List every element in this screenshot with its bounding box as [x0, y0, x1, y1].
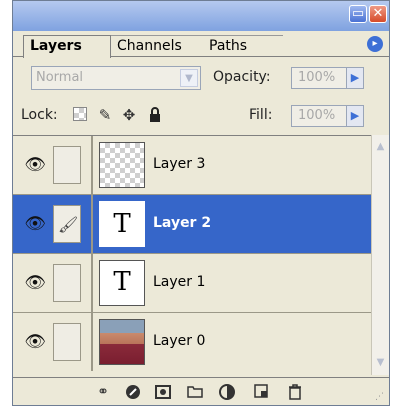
panel-menu-icon: ▸	[372, 38, 378, 49]
move-icon[interactable]: ✥	[121, 107, 137, 123]
minimize-icon: ▭	[351, 6, 365, 21]
eye-icon[interactable]: 👁	[23, 213, 47, 235]
layer-link-cell[interactable]	[53, 264, 81, 302]
close-button[interactable]: ✕	[369, 5, 387, 23]
layer-row[interactable]: 👁 T Layer 1	[13, 254, 371, 313]
new-group-icon[interactable]	[185, 384, 205, 400]
close-icon: ✕	[372, 6, 384, 21]
lock-icon[interactable]	[147, 107, 163, 123]
layers-list: 👁 Layer 3 👁 🖌 T Layer 2 👁 T Layer 1 👁 La…	[13, 135, 371, 376]
blend-mode-value: Normal	[36, 70, 84, 85]
triangle-right-icon: ▶	[350, 71, 360, 84]
layer-thumbnail-text: T	[99, 201, 145, 247]
brush-icon: 🖌	[58, 215, 79, 234]
layer-thumbnail-text: T	[99, 260, 145, 306]
eye-icon[interactable]: 👁	[23, 154, 47, 176]
trash-icon[interactable]	[285, 384, 305, 400]
text-layer-icon: T	[113, 267, 131, 297]
layer-link-cell[interactable]	[53, 323, 81, 361]
layer-row[interactable]: 👁 Layer 0	[13, 313, 371, 372]
layer-link-cell[interactable]	[53, 146, 81, 184]
panel-bottom-toolbar: ⚭ ⋰	[13, 377, 389, 405]
resize-grip-icon[interactable]: ⋰	[375, 392, 385, 402]
fill-label: Fill:	[249, 107, 273, 123]
layer-style-icon[interactable]	[123, 384, 143, 400]
tab-channels[interactable]: Channels	[111, 35, 203, 57]
panel-tabs: Layers Channels Paths ▸	[13, 31, 389, 58]
opacity-slider-button[interactable]: ▶	[346, 67, 364, 89]
column-divider	[91, 136, 93, 194]
layer-row-selected[interactable]: 👁 🖌 T Layer 2	[13, 195, 371, 254]
eye-icon[interactable]: 👁	[23, 272, 47, 294]
link-layers-icon[interactable]: ⚭	[93, 384, 113, 400]
layers-scrollbar[interactable]: ▲ ▼	[371, 135, 389, 375]
triangle-right-icon: ▶	[350, 109, 360, 122]
lock-image-icon[interactable]: ✎	[97, 107, 113, 123]
chevron-down-icon[interactable]: ▼	[180, 69, 198, 87]
lock-label: Lock:	[21, 107, 58, 123]
minimize-button[interactable]: ▭	[349, 5, 367, 23]
column-divider	[91, 195, 93, 253]
column-divider	[91, 313, 93, 371]
opacity-field[interactable]: 100%	[291, 67, 347, 89]
layer-thumbnail-photo	[99, 319, 145, 365]
blend-opacity-row: Normal ▼ Opacity: 100% ▶	[13, 63, 389, 93]
adjustment-layer-icon[interactable]	[217, 384, 237, 400]
layer-thumbnail-transparent	[99, 142, 145, 188]
eye-icon[interactable]: 👁	[23, 331, 47, 353]
new-layer-icon[interactable]	[251, 384, 271, 400]
column-divider	[91, 254, 93, 312]
panel-title-bar: ▭ ✕	[13, 1, 389, 31]
layer-name: Layer 2	[153, 215, 212, 231]
tab-layers[interactable]: Layers	[23, 35, 111, 58]
layer-row[interactable]: 👁 Layer 3	[13, 136, 371, 195]
lock-transparent-icon[interactable]	[73, 107, 89, 123]
fill-slider-button[interactable]: ▶	[346, 105, 364, 127]
layer-name: Layer 0	[153, 333, 206, 349]
layer-name: Layer 3	[153, 156, 206, 172]
lock-fill-row: Lock: ✎ ✥ Fill: 100% ▶	[13, 101, 389, 131]
tab-paths[interactable]: Paths	[203, 35, 283, 57]
blend-mode-select[interactable]: Normal ▼	[31, 66, 201, 90]
layer-name: Layer 1	[153, 274, 206, 290]
scroll-up-icon[interactable]: ▲	[373, 139, 388, 154]
layer-mask-icon[interactable]	[153, 384, 173, 400]
fill-field[interactable]: 100%	[291, 105, 347, 127]
layer-link-cell[interactable]: 🖌	[53, 205, 81, 243]
panel-menu-button[interactable]: ▸	[367, 36, 383, 52]
text-layer-icon: T	[113, 209, 131, 239]
layers-panel: ▭ ✕ Layers Channels Paths ▸ Normal ▼ Opa…	[12, 0, 390, 406]
opacity-label: Opacity:	[213, 69, 271, 85]
scroll-down-icon[interactable]: ▼	[373, 355, 388, 370]
